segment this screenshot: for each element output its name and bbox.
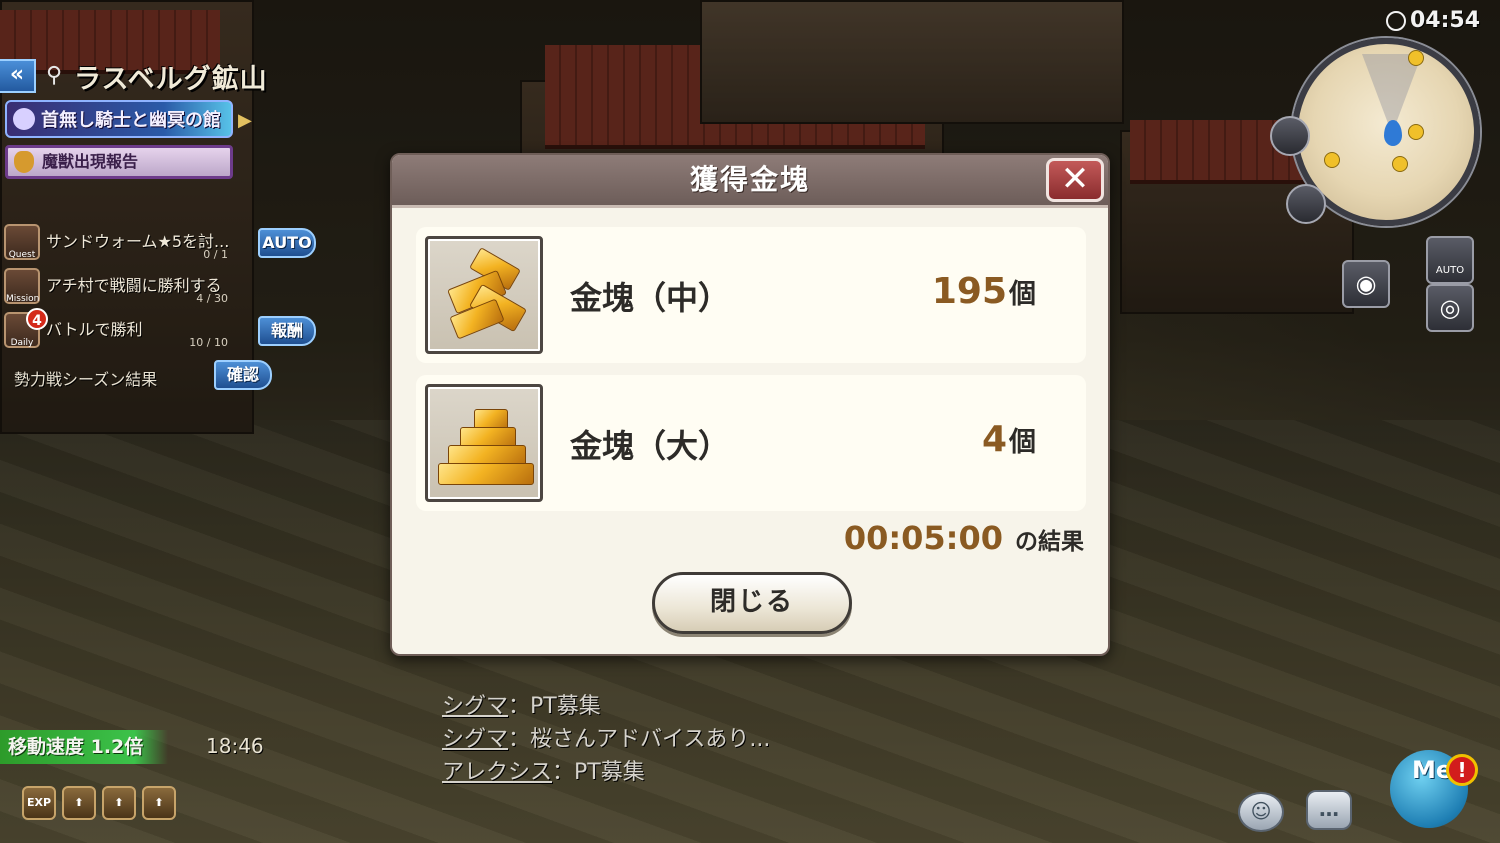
- chat-sender[interactable]: シグマ: [442, 727, 508, 752]
- camera-icon[interactable]: ◉: [1342, 260, 1390, 308]
- item-quantity-value: 4: [981, 419, 1007, 460]
- event-banner-label: 首無し騎士と幽冥の館: [41, 110, 221, 131]
- map-pin-icon: ⚲: [46, 63, 63, 88]
- quest-row-daily[interactable]: Daily 4 バトルで勝利 10 / 10: [4, 308, 264, 352]
- dialog-title: 獲得金塊: [689, 163, 810, 196]
- gold-bars-large-icon: [425, 384, 543, 502]
- alert-icon: !: [1446, 754, 1478, 786]
- minimap-marker: [1408, 124, 1424, 140]
- chat-message: ：PT募集: [552, 760, 645, 785]
- chat-message: ：桜さんアドバイスあり...: [508, 727, 771, 752]
- monster-report-label: 魔獣出現報告: [42, 152, 139, 171]
- speed-buff-timer: 18:46: [206, 734, 264, 758]
- item-name: 金塊（大）: [570, 427, 731, 465]
- quest-tag: Quest: [8, 250, 36, 260]
- clock: 04:54: [1386, 8, 1480, 33]
- event-banner[interactable]: 首無し騎士と幽冥の館: [5, 100, 233, 138]
- confirm-button[interactable]: 確認: [214, 360, 272, 390]
- minimap-marker: [1324, 152, 1340, 168]
- mission-progress: 4 / 30: [196, 292, 228, 305]
- item-name: 金塊（中）: [570, 279, 731, 317]
- close-button[interactable]: 閉じる: [652, 572, 852, 634]
- chat-line: シグマ：PT募集: [442, 690, 770, 723]
- item-quantity: 195個: [932, 271, 1036, 312]
- result-suffix: の結果: [1015, 529, 1084, 555]
- quest-row-mission[interactable]: Mission アチ村で戦闘に勝利する 4 / 30: [4, 268, 264, 308]
- gold-reward-dialog: 獲得金塊 ✕ 金塊（中） 195個 金塊（大） 4個 00:05:00 の結果 …: [390, 153, 1110, 656]
- quest-text: サンドウォーム★5を討...: [46, 232, 230, 251]
- minimap-marker: [1408, 50, 1424, 66]
- quest-progress: 0 / 1: [203, 248, 228, 261]
- player-position-icon: [1384, 120, 1402, 146]
- exp-buff-icon[interactable]: EXP: [22, 786, 56, 820]
- result-duration-line: 00:05:00 の結果: [844, 519, 1084, 557]
- emote-icon[interactable]: ☺: [1238, 792, 1284, 832]
- mission-icon: Mission: [4, 268, 40, 304]
- reward-button[interactable]: 報酬: [258, 316, 316, 346]
- chat-icon[interactable]: …: [1306, 790, 1352, 830]
- monster-report-banner[interactable]: 魔獣出現報告: [5, 145, 233, 179]
- drop-buff-icon[interactable]: ⬆: [62, 786, 96, 820]
- auto-button[interactable]: AUTO: [258, 228, 316, 258]
- mission-tag: Mission: [6, 294, 40, 304]
- daily-progress: 10 / 10: [189, 336, 228, 349]
- minimap-marker: [1392, 156, 1408, 172]
- chat-line: アレクシス：PT募集: [442, 756, 770, 789]
- clock-icon: [1386, 10, 1406, 31]
- gather-buff-icon[interactable]: ⬆: [142, 786, 176, 820]
- daily-text: バトルで勝利: [46, 320, 143, 339]
- chat-sender[interactable]: シグマ: [442, 694, 508, 719]
- reward-item-row: 金塊（大） 4個: [416, 375, 1086, 511]
- me-menu-button[interactable]: Me !: [1380, 740, 1480, 840]
- chat-sender[interactable]: アレクシス: [442, 760, 552, 785]
- chevron-right-icon[interactable]: ▶: [238, 110, 252, 131]
- chat-line: シグマ：桜さんアドバイスあり...: [442, 723, 770, 756]
- item-quantity: 4個: [982, 419, 1036, 460]
- buff-icons: EXP ⬆ ⬆ ⬆: [22, 786, 176, 820]
- party-icon[interactable]: ◎: [1426, 284, 1474, 332]
- reward-item-row: 金塊（中） 195個: [416, 227, 1086, 363]
- season-result-text: 勢力戦シーズン結果: [14, 370, 158, 389]
- speed-buff-bar: 移動速度 1.2倍: [0, 730, 168, 764]
- item-unit: 個: [1009, 427, 1036, 458]
- quest-chest-icon: Quest: [4, 224, 40, 260]
- ghost-icon: [13, 108, 35, 130]
- back-button[interactable]: «: [0, 59, 36, 93]
- location-name: ラスベルグ鉱山: [74, 63, 268, 95]
- clock-time: 04:54: [1410, 8, 1481, 33]
- result-duration: 00:05:00: [843, 519, 1003, 557]
- item-unit: 個: [1009, 279, 1036, 310]
- dialog-header: 獲得金塊 ✕: [392, 155, 1108, 208]
- chat-log[interactable]: シグマ：PT募集 シグマ：桜さんアドバイスあり... アレクシス：PT募集: [442, 690, 770, 789]
- chat-message: ：PT募集: [508, 694, 601, 719]
- close-icon[interactable]: ✕: [1046, 158, 1104, 202]
- map-toggle-button[interactable]: [1270, 116, 1310, 156]
- fox-icon: [14, 151, 34, 173]
- gold-bars-medium-icon: [425, 236, 543, 354]
- item-quantity-value: 195: [931, 271, 1007, 312]
- location-bar: « ⚲ ラスベルグ鉱山: [0, 58, 268, 95]
- quest-row-quest[interactable]: Quest サンドウォーム★5を討... 0 / 1: [4, 224, 264, 264]
- daily-tag: Daily: [10, 338, 34, 348]
- notification-badge: 4: [26, 308, 48, 330]
- auto-mode-button[interactable]: AUTO: [1426, 236, 1474, 284]
- item-buff-icon[interactable]: ⬆: [102, 786, 136, 820]
- character-button[interactable]: [1286, 184, 1326, 224]
- auto-mode-label: AUTO: [1435, 265, 1465, 276]
